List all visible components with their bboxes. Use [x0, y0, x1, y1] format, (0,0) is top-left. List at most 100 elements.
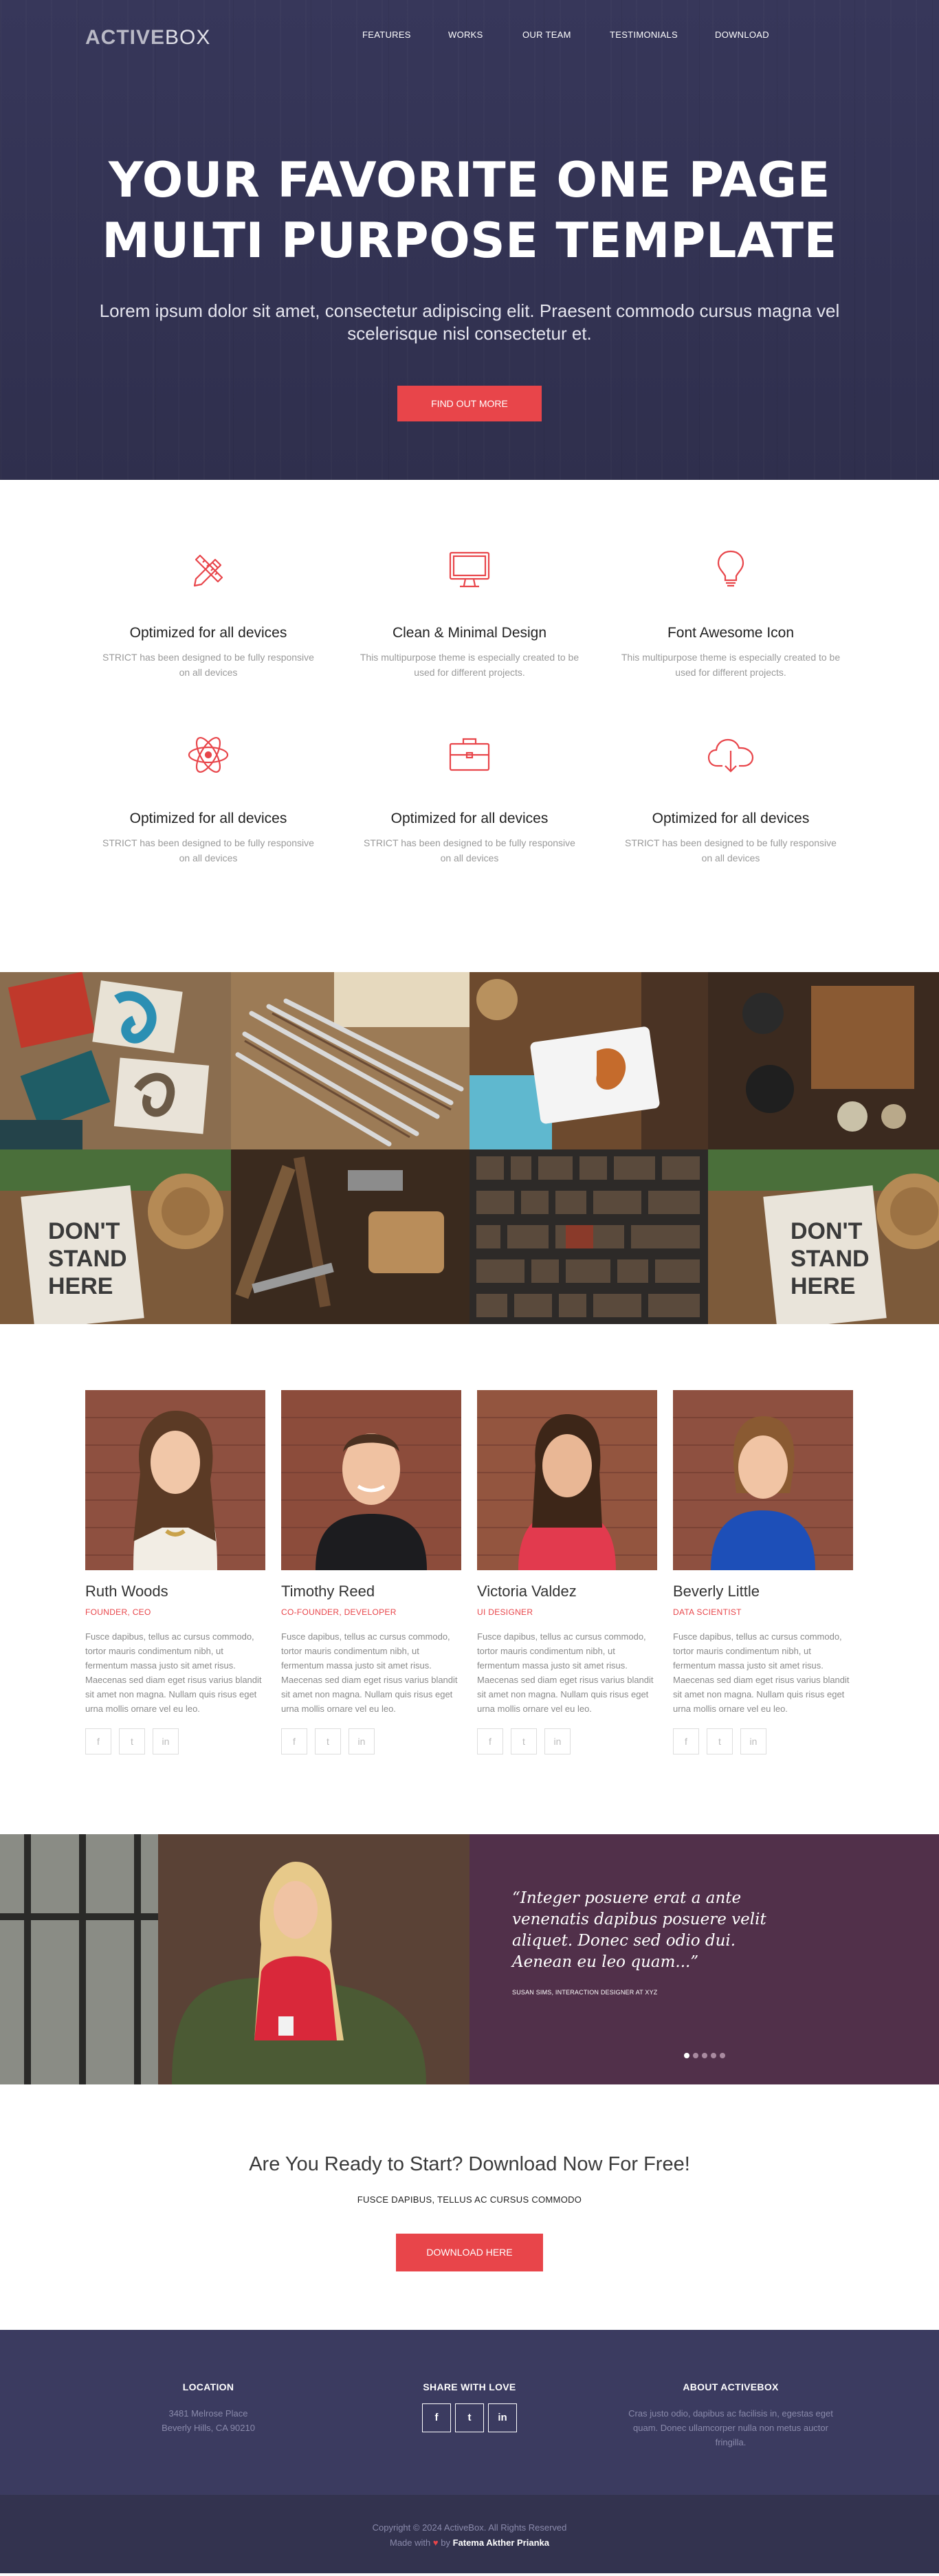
- feature-title: Optimized for all devices: [390, 811, 549, 826]
- footer-share: SHARE WITH LOVE f t in: [360, 2381, 579, 2432]
- carousel-dot[interactable]: [693, 2053, 698, 2058]
- nav-link-works[interactable]: WORKS: [448, 30, 483, 40]
- team-member-socials: f t in: [85, 1728, 265, 1754]
- linkedin-icon[interactable]: in: [153, 1728, 179, 1754]
- feature-text: STRICT has been designed to be fully res…: [364, 837, 575, 863]
- gallery-image[interactable]: DON'T STAND HERE: [0, 1149, 231, 1324]
- feature-item: Font Awesome Icon This multipurpose them…: [621, 543, 841, 680]
- nav-link-testimonials[interactable]: TESTIMONIALS: [610, 30, 678, 40]
- twitter-icon[interactable]: t: [119, 1728, 145, 1754]
- twitter-icon[interactable]: t: [315, 1728, 341, 1754]
- hero-title: YOUR FAVORITE ONE PAGE MULTI PURPOSE TEM…: [102, 152, 837, 269]
- nav-link-features[interactable]: FEATURES: [362, 30, 411, 40]
- main-menu: FEATURES WORKS OUR TEAM TESTIMONIALS DOW…: [0, 30, 939, 43]
- gallery-image[interactable]: [470, 972, 708, 1149]
- footer-about: ABOUT ACTIVEBOX Cras justo odio, dapibus…: [621, 2381, 841, 2450]
- nav-link-download[interactable]: DOWNLOAD: [715, 30, 769, 40]
- team-member-photo: [85, 1390, 265, 1570]
- footer-share-title: SHARE WITH LOVE: [423, 2381, 516, 2392]
- svg-text:DON'T: DON'T: [48, 1218, 120, 1244]
- testimonial-quote: “Integer posuere erat a ante venenatis d…: [512, 1889, 766, 1971]
- author-link[interactable]: Fatema Akther Prianka: [453, 2538, 549, 2548]
- atom-icon: [188, 737, 229, 773]
- pencil-ruler-icon: [193, 554, 223, 587]
- feature-title: Font Awesome Icon: [667, 625, 795, 641]
- briefcase-icon: [449, 738, 490, 771]
- footer-location: LOCATION 3481 Melrose Place Beverly Hills…: [98, 2381, 318, 2435]
- team-member-bio: Fusce dapibus, tellus ac cursus commodo,…: [85, 1631, 262, 1714]
- nav-link-our-team[interactable]: OUR TEAM: [522, 30, 571, 40]
- footer-about-title: ABOUT ACTIVEBOX: [683, 2381, 779, 2392]
- linkedin-icon[interactable]: in: [740, 1728, 766, 1754]
- team-member-name: Beverly Little: [673, 1583, 760, 1600]
- twitter-icon[interactable]: t: [511, 1728, 537, 1754]
- feature-title: Optimized for all devices: [129, 811, 287, 826]
- svg-text:HERE: HERE: [791, 1273, 855, 1299]
- feature-item: Optimized for all devices STRICT has bee…: [621, 729, 841, 866]
- lightbulb-icon: [717, 550, 744, 587]
- linkedin-icon[interactable]: in: [488, 2403, 517, 2432]
- hero-section: ACTIVEBOX FEATURES WORKS OUR TEAM TESTIM…: [0, 0, 939, 480]
- team-member-role: CO-FOUNDER, DEVELOPER: [281, 1607, 397, 1617]
- twitter-icon[interactable]: t: [707, 1728, 733, 1754]
- feature-item: Optimized for all devices STRICT has bee…: [98, 729, 318, 866]
- team-member-name: Timothy Reed: [281, 1583, 375, 1600]
- team-member-role: DATA SCIENTIST: [673, 1607, 742, 1617]
- svg-text:STAND: STAND: [48, 1246, 127, 1272]
- facebook-icon[interactable]: f: [477, 1728, 503, 1754]
- feature-text: STRICT has been designed to be fully res…: [625, 837, 837, 863]
- carousel-dots: [684, 2049, 729, 2058]
- facebook-icon[interactable]: f: [281, 1728, 307, 1754]
- twitter-icon[interactable]: t: [455, 2403, 484, 2432]
- testimonial-panel: “Integer posuere erat a ante venenatis d…: [470, 1834, 939, 2084]
- gallery-image[interactable]: [231, 972, 470, 1149]
- made-with-text: Made with ♥ by Fatema Akther Prianka: [390, 2538, 549, 2548]
- team-member-bio: Fusce dapibus, tellus ac cursus commodo,…: [281, 1631, 458, 1714]
- testimonial-photo: [0, 1834, 470, 2084]
- carousel-dot[interactable]: [702, 2053, 707, 2058]
- facebook-icon[interactable]: f: [85, 1728, 111, 1754]
- team-member-card: Victoria Valdez UI DESIGNER Fusce dapibu…: [477, 1390, 657, 1754]
- feature-title: Optimized for all devices: [129, 625, 287, 641]
- carousel-dot[interactable]: [720, 2053, 725, 2058]
- footer-location-title: LOCATION: [182, 2381, 234, 2392]
- feature-title: Optimized for all devices: [652, 811, 810, 826]
- team-section: Ruth Woods FOUNDER, CEO Fusce dapibus, t…: [0, 1324, 939, 1834]
- footer-social-links: f t in: [360, 2403, 579, 2432]
- team-member-socials: f t in: [477, 1728, 657, 1754]
- gallery-image[interactable]: DON'T STAND HERE: [708, 1149, 939, 1324]
- linkedin-icon[interactable]: in: [349, 1728, 375, 1754]
- facebook-icon[interactable]: f: [422, 2403, 451, 2432]
- footer-about-text: Cras justo odio, dapibus ac facilisis in…: [628, 2408, 833, 2447]
- download-here-button[interactable]: DOWNLOAD HERE: [396, 2234, 543, 2271]
- team-member-photo: [477, 1390, 657, 1570]
- find-out-more-button[interactable]: FIND OUT MORE: [397, 386, 542, 421]
- feature-text: This multipurpose theme is especially cr…: [621, 652, 841, 678]
- feature-item: Clean & Minimal Design This multipurpose…: [360, 543, 579, 680]
- team-member-photo: [673, 1390, 853, 1570]
- gallery-image[interactable]: [231, 1149, 470, 1324]
- facebook-icon[interactable]: f: [673, 1728, 699, 1754]
- svg-text:HERE: HERE: [48, 1273, 113, 1299]
- linkedin-icon[interactable]: in: [544, 1728, 571, 1754]
- top-navbar: ACTIVEBOX FEATURES WORKS OUR TEAM TESTIM…: [0, 0, 939, 71]
- download-section: Are You Ready to Start? Download Now For…: [0, 2084, 939, 2330]
- team-member-photo: [281, 1390, 461, 1570]
- team-member-name: Victoria Valdez: [477, 1583, 577, 1600]
- svg-text:STAND: STAND: [791, 1246, 870, 1272]
- gallery-image[interactable]: [470, 1149, 708, 1324]
- feature-title: Clean & Minimal Design: [392, 625, 547, 641]
- testimonials-section: “Integer posuere erat a ante venenatis d…: [0, 1834, 939, 2084]
- gallery-image[interactable]: [0, 972, 231, 1149]
- team-member-card: Timothy Reed CO-FOUNDER, DEVELOPER Fusce…: [281, 1390, 461, 1754]
- team-member-card: Ruth Woods FOUNDER, CEO Fusce dapibus, t…: [85, 1390, 265, 1754]
- carousel-dot[interactable]: [711, 2053, 716, 2058]
- feature-item: Optimized for all devices STRICT has bee…: [98, 543, 318, 680]
- carousel-dot[interactable]: [684, 2053, 689, 2058]
- team-member-role: FOUNDER, CEO: [85, 1607, 151, 1617]
- gallery-image[interactable]: [708, 972, 939, 1149]
- feature-text: STRICT has been designed to be fully res…: [102, 652, 314, 678]
- hero-subtitle: Lorem ipsum dolor sit amet, consectetur …: [99, 300, 840, 344]
- testimonial-author: SUSAN SIMS, INTERACTION DESIGNER AT XYZ: [512, 1989, 658, 1996]
- heart-icon: ♥: [432, 2538, 439, 2548]
